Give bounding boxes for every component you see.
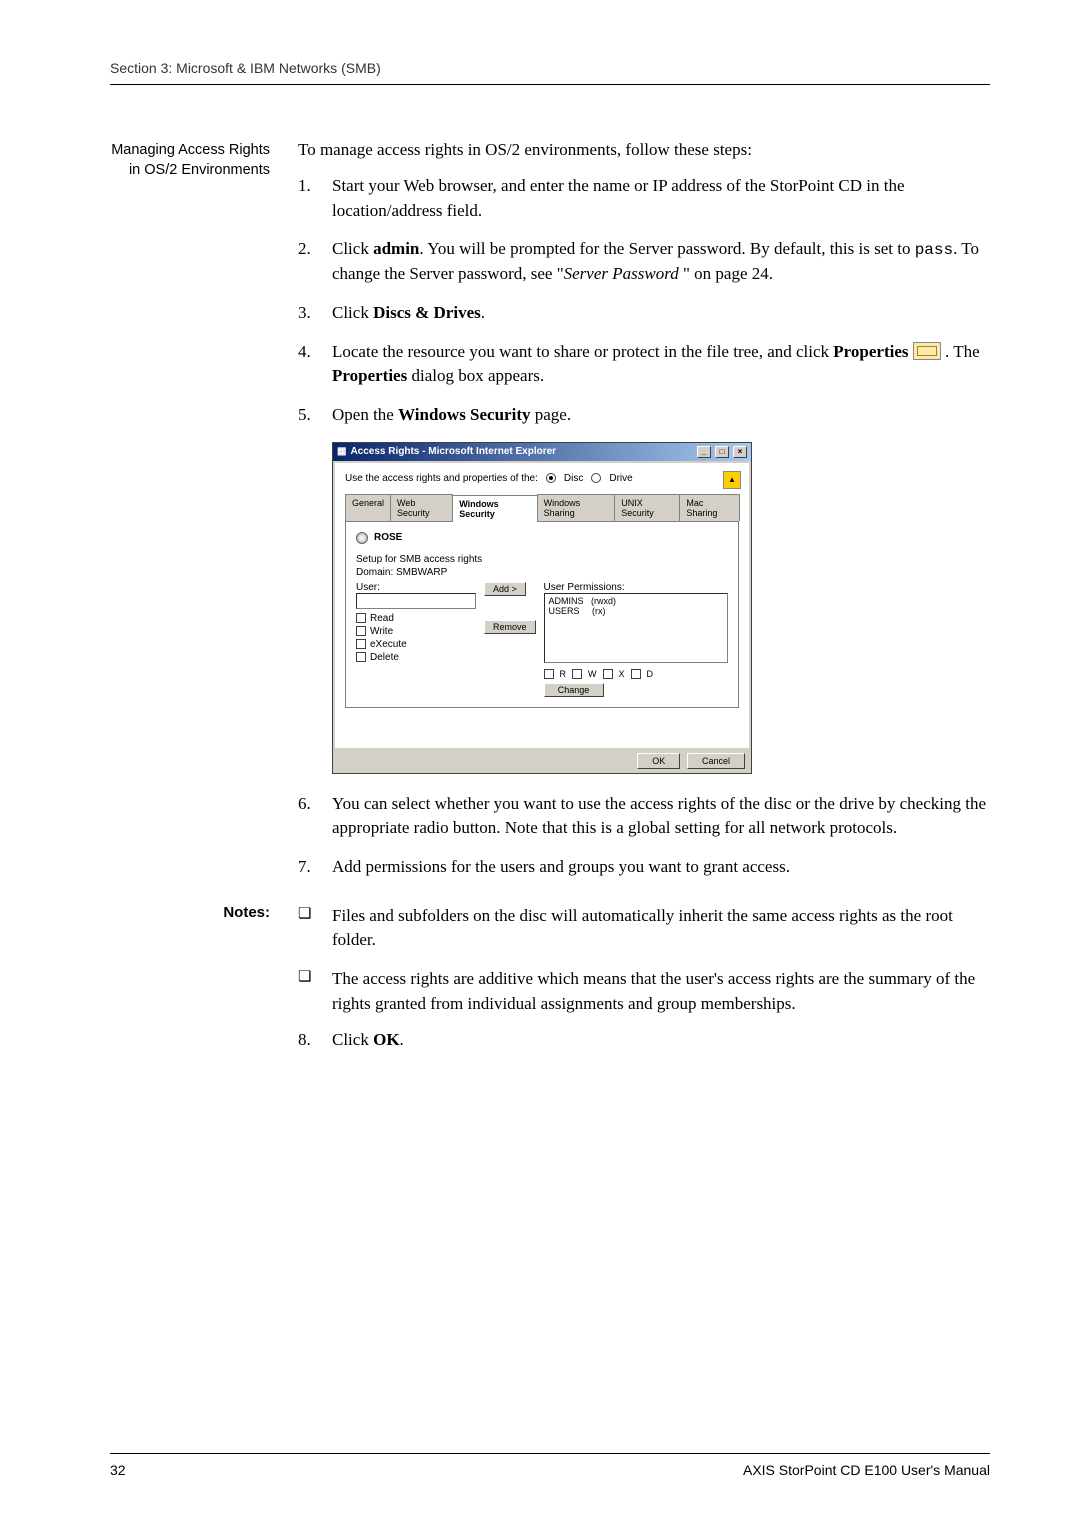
close-button[interactable]: × bbox=[733, 446, 747, 458]
radio-disc[interactable] bbox=[546, 473, 556, 483]
radio-drive[interactable] bbox=[591, 473, 601, 483]
mini-check-d[interactable] bbox=[631, 669, 641, 679]
remove-button[interactable]: Remove bbox=[484, 620, 536, 634]
step-1: Start your Web browser, and enter the na… bbox=[298, 174, 990, 223]
change-button[interactable]: Change bbox=[544, 683, 604, 697]
setup-label: Setup for SMB access rights bbox=[356, 554, 728, 565]
page-number: 32 bbox=[110, 1462, 126, 1478]
dialog-titlebar: ▦ Access Rights - Microsoft Internet Exp… bbox=[333, 443, 751, 461]
mini-check-w[interactable] bbox=[572, 669, 582, 679]
use-label: Use the access rights and properties of … bbox=[345, 473, 538, 484]
properties-icon bbox=[913, 342, 941, 360]
note-2: The access rights are additive which mea… bbox=[298, 967, 990, 1016]
manual-title: AXIS StorPoint CD E100 User's Manual bbox=[743, 1462, 990, 1478]
step-5: Open the Windows Security page. bbox=[298, 403, 990, 428]
user-label: User: bbox=[356, 582, 476, 593]
ok-button[interactable]: OK bbox=[637, 753, 680, 769]
tab-mac-sharing[interactable]: Mac Sharing bbox=[679, 494, 740, 521]
add-button[interactable]: Add > bbox=[484, 582, 526, 596]
checkbox-execute[interactable] bbox=[356, 639, 366, 649]
section-header: Section 3: Microsoft & IBM Networks (SMB… bbox=[110, 60, 990, 85]
disc-name: ROSE bbox=[374, 532, 402, 543]
dialog-tabs: General Web Security Windows Security Wi… bbox=[345, 494, 739, 522]
maximize-button[interactable]: □ bbox=[715, 446, 729, 458]
ie-icon: ▦ bbox=[337, 446, 346, 457]
intro-text: To manage access rights in OS/2 environm… bbox=[298, 140, 990, 160]
tab-general[interactable]: General bbox=[345, 494, 391, 521]
embedded-dialog-screenshot: ▦ Access Rights - Microsoft Internet Exp… bbox=[298, 442, 990, 774]
dialog-title: Access Rights - Microsoft Internet Explo… bbox=[350, 446, 556, 457]
step-6: You can select whether you want to use t… bbox=[298, 792, 990, 841]
step-8: Click OK. bbox=[298, 1030, 990, 1050]
topic-heading: Managing Access Rights in OS/2 Environme… bbox=[110, 140, 270, 894]
tab-web-security[interactable]: Web Security bbox=[390, 494, 453, 521]
checkbox-read[interactable] bbox=[356, 613, 366, 623]
notes-label: Notes: bbox=[110, 904, 270, 1051]
permissions-list[interactable]: ADMINS (rwxd) USERS (rx) bbox=[544, 593, 728, 663]
mini-check-x[interactable] bbox=[603, 669, 613, 679]
tab-windows-security[interactable]: Windows Security bbox=[452, 495, 537, 522]
step-2: Click admin. You will be prompted for th… bbox=[298, 237, 990, 287]
tab-unix-security[interactable]: UNIX Security bbox=[614, 494, 680, 521]
mini-check-r[interactable] bbox=[544, 669, 554, 679]
step-7: Add permissions for the users and groups… bbox=[298, 855, 990, 880]
radio-disc-label: Disc bbox=[564, 473, 583, 484]
radio-drive-label: Drive bbox=[609, 473, 632, 484]
checkbox-delete[interactable] bbox=[356, 652, 366, 662]
cancel-button[interactable]: Cancel bbox=[687, 753, 745, 769]
disc-icon bbox=[356, 532, 368, 544]
tab-windows-sharing[interactable]: Windows Sharing bbox=[537, 494, 616, 521]
minimize-button[interactable]: _ bbox=[697, 446, 711, 458]
checkbox-write[interactable] bbox=[356, 626, 366, 636]
step-4: Locate the resource you want to share or… bbox=[298, 340, 990, 389]
step-3: Click Discs & Drives. bbox=[298, 301, 990, 326]
domain-label: Domain: SMBWARP bbox=[356, 567, 728, 578]
axis-logo-icon: ▲ bbox=[723, 471, 741, 489]
note-1: Files and subfolders on the disc will au… bbox=[298, 904, 990, 953]
permissions-label: User Permissions: bbox=[544, 582, 728, 593]
user-input[interactable] bbox=[356, 593, 476, 609]
